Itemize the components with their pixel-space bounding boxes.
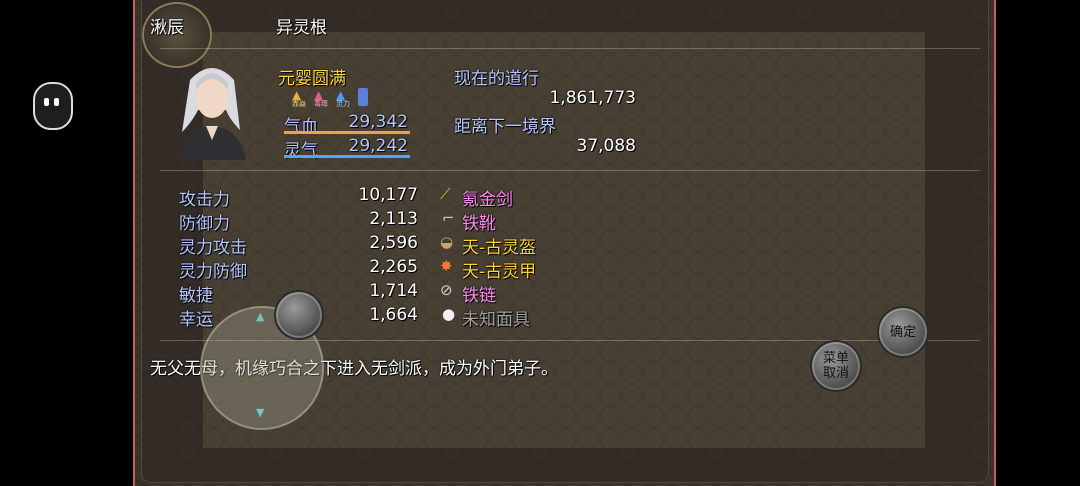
status-icon-row: ▲ ▲ ▲ 赤焱 毒瘴 灵力 xyxy=(292,88,382,108)
stat-label-spirit-defense: 灵力防御 xyxy=(179,262,247,282)
stat-value-attack: 10,177 xyxy=(358,185,418,205)
character-name: 湫辰 xyxy=(150,18,184,38)
equip-mask[interactable]: 未知面具 xyxy=(462,305,530,330)
spirit-root: 异灵根 xyxy=(276,18,327,38)
status-label-3: 灵力 xyxy=(336,100,350,108)
sword-status-icon xyxy=(358,88,368,106)
equip-helmet[interactable]: 天-古灵盔 xyxy=(462,233,536,258)
dpad-down-icon[interactable]: ▼ xyxy=(256,406,264,419)
hp-value: 29,342 xyxy=(348,112,408,132)
menu-cancel-button[interactable]: 菜单 取消 xyxy=(810,340,862,392)
stat-value-spirit-attack: 2,596 xyxy=(369,233,418,253)
confirm-label: 确定 xyxy=(889,324,916,340)
overlay-eye-right xyxy=(54,98,59,106)
cancel-label: 取消 xyxy=(822,366,849,381)
mp-gauge xyxy=(284,155,410,158)
hp-gauge xyxy=(284,131,410,134)
equip-weapon[interactable]: 氪金剑 xyxy=(462,185,513,210)
stat-value-spirit-defense: 2,265 xyxy=(369,257,418,277)
stat-label-attack: 攻击力 xyxy=(179,190,230,210)
stat-label-spirit-attack: 灵力攻击 xyxy=(179,238,247,258)
confirm-button[interactable]: 确定 xyxy=(877,306,929,358)
stat-value-agility: 1,714 xyxy=(369,281,418,301)
next-realm-label: 距离下一境界 xyxy=(454,117,556,137)
stat-value-luck: 1,664 xyxy=(369,305,418,325)
divider-top xyxy=(160,48,980,49)
status-label-1: 赤焱 xyxy=(292,100,306,108)
stat-label-luck: 幸运 xyxy=(179,310,213,330)
mask-icon: ● xyxy=(442,305,456,323)
helmet-icon: ◒ xyxy=(440,233,454,251)
mp-value: 29,242 xyxy=(348,136,408,156)
game-screen: 湫辰 异灵根 元婴圆满 ▲ ▲ ▲ 赤焱 毒瘴 灵力 气血 29,342 灵气 … xyxy=(133,0,996,486)
dpad-up-icon[interactable]: ▲ xyxy=(256,310,264,323)
stat-label-agility: 敏捷 xyxy=(179,286,213,306)
chain-icon: ⊘ xyxy=(440,281,453,299)
boots-icon: ⌐ xyxy=(442,209,455,227)
armor-icon: ✸ xyxy=(440,257,453,275)
equip-armor[interactable]: 天-古灵甲 xyxy=(462,257,536,282)
sword-icon: ⟋ xyxy=(440,185,451,203)
next-realm-value: 37,088 xyxy=(576,136,636,156)
joystick-knob[interactable] xyxy=(274,290,324,340)
status-label-2: 毒瘴 xyxy=(314,100,328,108)
overlay-eye-left xyxy=(44,98,49,106)
equip-boots[interactable]: 铁靴 xyxy=(462,209,496,234)
divider-mid xyxy=(160,170,980,171)
realm-label: 元婴圆满 xyxy=(278,69,346,89)
dao-label: 现在的道行 xyxy=(454,69,539,89)
character-portrait xyxy=(180,68,246,160)
stat-value-defense: 2,113 xyxy=(369,209,418,229)
equip-chain[interactable]: 铁链 xyxy=(462,281,496,306)
stat-label-defense: 防御力 xyxy=(179,214,230,234)
side-overlay-icon[interactable] xyxy=(33,82,73,130)
dao-value: 1,861,773 xyxy=(549,88,636,108)
menu-label: 菜单 xyxy=(822,351,849,366)
